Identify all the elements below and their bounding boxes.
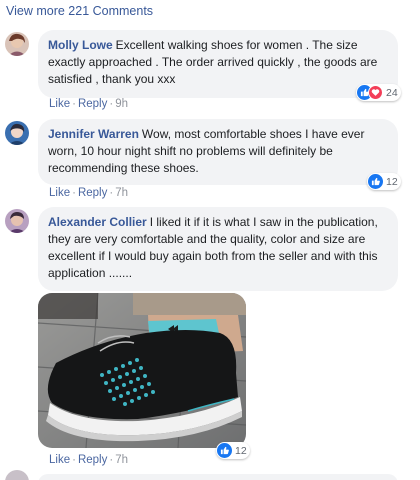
avatar[interactable] — [5, 470, 29, 480]
reaction-summary[interactable]: 12 — [367, 173, 401, 190]
reply-link[interactable]: Reply — [78, 454, 107, 466]
comment-time[interactable]: 9h — [115, 98, 128, 110]
reaction-summary[interactable]: 24 — [356, 84, 401, 101]
separator: · — [72, 98, 76, 110]
shoe-photo[interactable] — [38, 293, 246, 448]
like-link[interactable]: Like — [49, 454, 70, 466]
like-icon — [368, 174, 383, 189]
separator: · — [72, 187, 76, 199]
reply-link[interactable]: Reply — [78, 187, 107, 199]
comment-bubble: Jennifer Warren Wow, most comfortable sho… — [38, 119, 398, 185]
comment-bubble: Molly Lowe Excellent walking shoes for wo… — [38, 30, 398, 98]
comment-actions: Like · Reply · 7h — [49, 454, 128, 466]
comment-actions: Like · Reply · 9h — [49, 98, 128, 110]
reaction-summary[interactable]: 12 — [216, 442, 250, 459]
reaction-count: 12 — [386, 175, 398, 188]
like-link[interactable]: Like — [49, 187, 70, 199]
love-icon — [368, 85, 383, 100]
like-link[interactable]: Like — [49, 98, 70, 110]
avatar[interactable] — [5, 32, 29, 56]
reply-link[interactable]: Reply — [78, 98, 107, 110]
reaction-count: 24 — [386, 86, 398, 99]
reaction-count: 12 — [235, 444, 247, 457]
comment-author[interactable]: Molly Lowe — [48, 38, 113, 52]
comment-time[interactable]: 7h — [115, 187, 128, 199]
comment-time[interactable]: 7h — [115, 454, 128, 466]
avatar[interactable] — [5, 209, 29, 233]
avatar[interactable] — [5, 121, 29, 145]
comment-actions: Like · Reply · 7h — [49, 187, 128, 199]
separator: · — [72, 454, 76, 466]
comment-bubble — [38, 474, 398, 480]
comment-author[interactable]: Alexander Collier — [48, 215, 147, 229]
comment-bubble: Alexander Collier I liked it if it is wha… — [38, 207, 398, 291]
view-more-comments-link[interactable]: View more 221 Comments — [6, 4, 153, 18]
comment-author[interactable]: Jennifer Warren — [48, 127, 139, 141]
like-icon — [217, 443, 232, 458]
